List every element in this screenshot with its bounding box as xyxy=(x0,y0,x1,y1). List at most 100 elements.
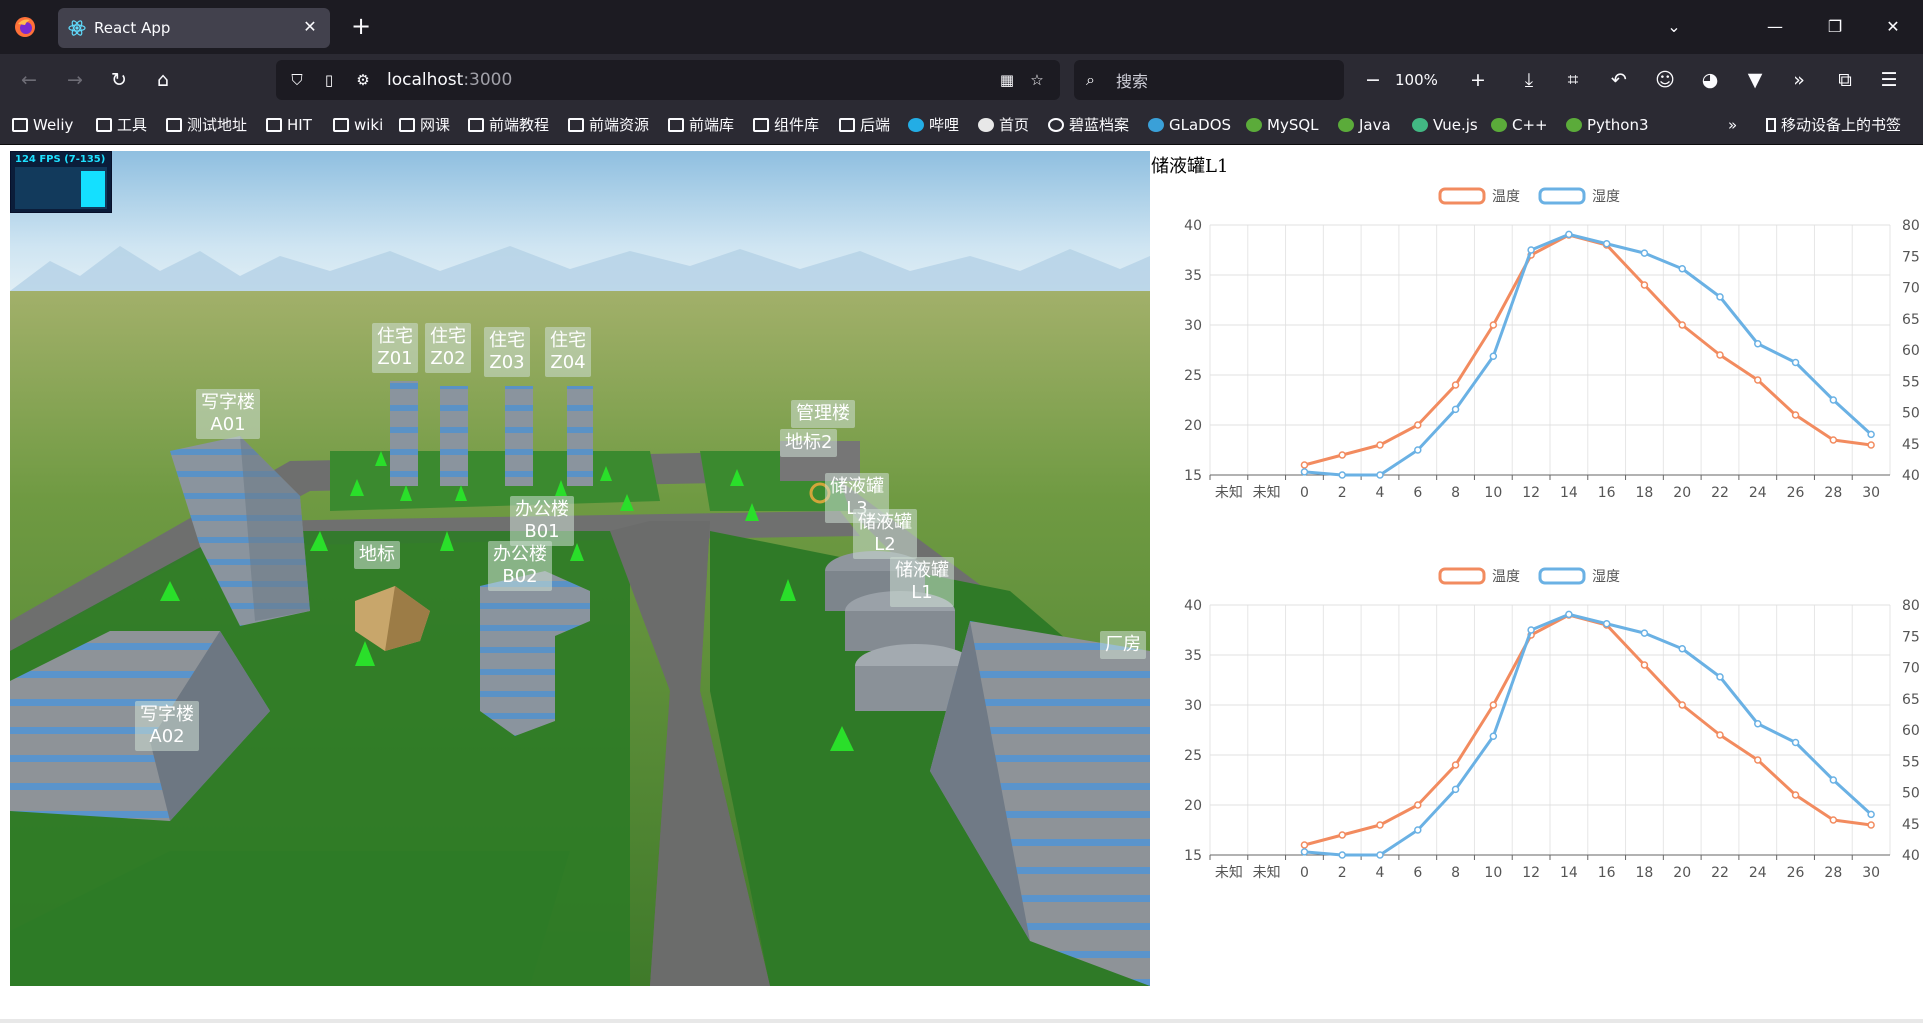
label-a02[interactable]: 写字楼 A02 xyxy=(135,701,199,751)
label-a01[interactable]: 写字楼 A01 xyxy=(196,389,260,439)
bookmark-19[interactable]: Python3 xyxy=(1566,114,1649,136)
search-bar[interactable]: ⌕ xyxy=(1074,60,1344,100)
shield-icon[interactable]: ⛉ xyxy=(286,69,308,91)
x-tick-label: 10 xyxy=(1484,865,1502,881)
x-tick-label: 14 xyxy=(1560,485,1578,501)
bookmark-5[interactable]: 网课 xyxy=(399,114,450,136)
mobile-bookmarks[interactable]: 移动设备上的书签 xyxy=(1766,114,1901,136)
x-tick-label: 22 xyxy=(1711,865,1729,881)
extension-color-icon[interactable]: ◕ xyxy=(1697,67,1723,93)
bookmark-14[interactable]: GLaDOS xyxy=(1148,114,1231,136)
extensions-puzzle-icon[interactable]: ⧉ xyxy=(1832,67,1858,93)
qr-code-icon[interactable]: ▦ xyxy=(996,69,1018,91)
list-all-tabs-icon[interactable]: ⌄ xyxy=(1659,14,1689,40)
bookmark-15[interactable]: MySQL xyxy=(1246,114,1319,136)
label-z02[interactable]: 住宅 Z02 xyxy=(425,323,471,373)
home-icon[interactable]: ⌂ xyxy=(150,67,176,93)
bookmark-star-icon[interactable]: ☆ xyxy=(1026,69,1048,91)
restore-icon[interactable]: ❐ xyxy=(1820,14,1850,40)
bookmark-1[interactable]: 工具 xyxy=(96,114,147,136)
bookmark-16[interactable]: Java xyxy=(1338,114,1391,136)
close-window-icon[interactable]: ✕ xyxy=(1878,14,1908,40)
bookmark-7[interactable]: 前端资源 xyxy=(568,114,649,136)
more-extensions-icon[interactable]: » xyxy=(1786,67,1812,93)
bookmark-11[interactable]: 哔哩 xyxy=(908,114,959,136)
chart-1[interactable]: 152025303540404550556065707580未知 未知 0 2 4 6 8 1… xyxy=(1150,175,1923,545)
bookmark-9[interactable]: 组件库 xyxy=(753,114,819,136)
label-b02[interactable]: 办公楼 B02 xyxy=(488,541,552,591)
bookmark-label: Vue.js xyxy=(1433,116,1478,134)
data-point-1 xyxy=(1754,340,1762,348)
fps-monitor[interactable]: 124 FPS (7-135) xyxy=(10,151,112,213)
new-tab-button[interactable]: + xyxy=(348,14,374,40)
y-left-tick-label: 25 xyxy=(1184,368,1202,384)
label-l1[interactable]: 储液罐 L1 xyxy=(890,557,954,607)
label-l2[interactable]: 储液罐 L2 xyxy=(853,509,917,559)
bookmark-8[interactable]: 前端库 xyxy=(668,114,734,136)
bookmark-2[interactable]: 测试地址 xyxy=(166,114,247,136)
folder-icon xyxy=(399,118,415,132)
bookmark-12[interactable]: 首页 xyxy=(978,114,1029,136)
app-menu-icon[interactable]: ☰ xyxy=(1876,67,1902,93)
zoom-level[interactable]: 100% xyxy=(1395,67,1438,93)
fps-graph xyxy=(15,167,107,209)
bookmark-17[interactable]: Vue.js xyxy=(1412,114,1478,136)
data-point-1 xyxy=(1867,810,1875,819)
bookmark-label: 哔哩 xyxy=(929,116,960,134)
label-landmark[interactable]: 地标 xyxy=(354,541,400,569)
data-point-1 xyxy=(1300,848,1309,856)
minimize-icon[interactable]: — xyxy=(1760,14,1790,40)
data-point-1 xyxy=(1565,230,1573,239)
data-point-0 xyxy=(1338,831,1346,839)
label-z04[interactable]: 住宅 Z04 xyxy=(545,327,591,377)
tab-react-app[interactable]: React App ✕ xyxy=(58,8,330,48)
y-left-tick-label: 15 xyxy=(1184,848,1202,864)
bookmark-3[interactable]: HIT xyxy=(266,114,312,136)
bookmark-6[interactable]: 前端教程 xyxy=(468,114,549,136)
3d-scene-canvas[interactable]: 124 FPS (7-135) 住宅 Z01 住宅 Z02 住宅 Z03 住宅 … xyxy=(10,151,1150,986)
url-text[interactable]: localhost:3000 xyxy=(387,70,512,90)
zoom-in-icon[interactable]: + xyxy=(1465,67,1491,93)
reload-icon[interactable]: ↻ xyxy=(106,67,132,93)
data-point-1 xyxy=(1791,738,1800,747)
extension-avatar-icon[interactable]: ☺ xyxy=(1652,67,1678,93)
bookmark-4[interactable]: wiki xyxy=(333,114,383,136)
data-point-0 xyxy=(1678,321,1686,329)
firefox-menu-icon[interactable] xyxy=(14,16,36,38)
fps-text: 124 FPS (7-135) xyxy=(15,154,106,165)
bookmark-18[interactable]: C++ xyxy=(1491,114,1548,136)
label-factory[interactable]: 厂房 xyxy=(1100,631,1146,659)
data-point-1 xyxy=(1640,629,1649,637)
label-mgmt[interactable]: 管理楼 xyxy=(791,400,855,428)
screenshot-icon[interactable]: ⌗ xyxy=(1560,67,1586,93)
page-content: 124 FPS (7-135) 住宅 Z01 住宅 Z02 住宅 Z03 住宅 … xyxy=(0,145,1923,1023)
bookmark-13[interactable]: 碧蓝档案 xyxy=(1048,114,1129,136)
extension-v-icon[interactable]: ▼ xyxy=(1742,67,1768,93)
data-point-1 xyxy=(1716,293,1724,301)
close-tab-icon[interactable]: ✕ xyxy=(300,17,320,37)
legend-swatch-1 xyxy=(1538,567,1586,585)
address-bar[interactable]: ⛉ ▯ ⚙ localhost:3000 ▦ ☆ xyxy=(276,60,1060,100)
undo-icon[interactable]: ↶ xyxy=(1606,67,1632,93)
zoom-out-icon[interactable]: − xyxy=(1360,67,1386,93)
downloads-icon[interactable]: ⤓ xyxy=(1516,67,1542,93)
more-bookmarks-icon[interactable]: » xyxy=(1728,114,1737,136)
back-icon[interactable]: ← xyxy=(16,67,42,93)
bilibili-icon xyxy=(908,118,924,132)
page-info-icon[interactable]: ▯ xyxy=(318,69,340,91)
bookmark-0[interactable]: Weliy xyxy=(12,114,73,136)
label-b01[interactable]: 办公楼 B01 xyxy=(510,496,574,546)
permissions-icon[interactable]: ⚙ xyxy=(352,69,374,91)
y-left-tick-label: 40 xyxy=(1184,598,1202,614)
search-input[interactable] xyxy=(1114,68,1328,94)
chart-2[interactable]: 152025303540404550556065707580未知 未知 0 2 4 6 8 1… xyxy=(1150,555,1923,925)
label-z01[interactable]: 住宅 Z01 xyxy=(372,323,418,373)
forward-icon[interactable]: → xyxy=(62,67,88,93)
url-host: localhost xyxy=(387,70,464,90)
label-landmark2[interactable]: 地标2 xyxy=(780,429,838,457)
data-point-0 xyxy=(1640,281,1649,289)
folder-icon xyxy=(266,118,282,132)
data-point-1 xyxy=(1716,673,1724,681)
bookmark-10[interactable]: 后端 xyxy=(839,114,890,136)
label-z03[interactable]: 住宅 Z03 xyxy=(484,327,530,377)
